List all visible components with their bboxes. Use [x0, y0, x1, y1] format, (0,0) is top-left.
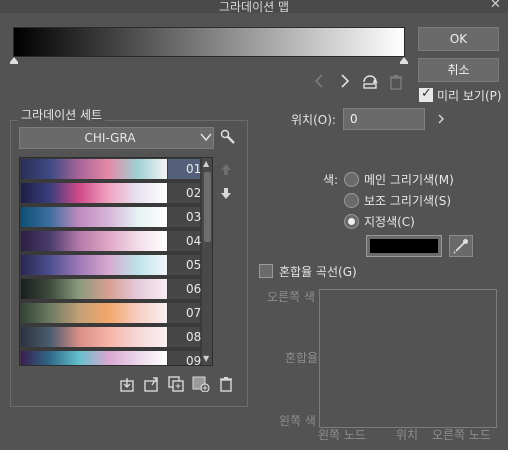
gradient-swatch: [21, 231, 167, 251]
gradient-list-item[interactable]: 06: [20, 278, 202, 300]
gradient-swatch: [21, 255, 167, 275]
trash-icon[interactable]: [389, 74, 403, 93]
color-radio-custom[interactable]: [344, 214, 359, 229]
gradient-number: 07: [168, 303, 201, 323]
gradient-swatch: [21, 327, 167, 347]
preview-label: 미리 보기(P): [437, 89, 502, 103]
color-label: 색:: [323, 173, 339, 187]
ok-button[interactable]: OK: [418, 27, 499, 51]
color-option-main: 메인 그리기색(M): [364, 173, 454, 187]
scroll-up-icon[interactable]: ▲: [203, 159, 209, 168]
gradient-list-item[interactable]: 09: [20, 350, 202, 365]
gradient-number: 02: [168, 183, 201, 203]
chevron-right-icon[interactable]: [436, 112, 446, 129]
curve-x-right-label: 오른쪽 노드: [432, 428, 492, 442]
gradient-number: 05: [168, 255, 201, 275]
scroll-down-icon[interactable]: ▼: [203, 354, 209, 363]
preview-checkbox[interactable]: [419, 86, 433, 102]
gradient-list-item[interactable]: 05: [20, 254, 202, 276]
gradient-number: 01: [168, 159, 201, 179]
chevron-down-icon: [200, 130, 212, 147]
gradient-stop-right-base: [400, 62, 408, 64]
gradient-list-item[interactable]: 02: [20, 182, 202, 204]
curve-y-mid-label: 혼합율: [285, 351, 319, 365]
import-icon[interactable]: [119, 376, 135, 395]
flip-icon[interactable]: [361, 74, 379, 93]
curve-checkbox[interactable]: [259, 264, 273, 278]
trash-icon[interactable]: [219, 376, 233, 395]
cancel-button[interactable]: 취소: [418, 58, 499, 82]
curve-y-bottom-label: 왼쪽 색: [279, 414, 316, 428]
gradient-swatch: [21, 351, 167, 365]
gradient-swatch: [21, 183, 167, 203]
gradient-swatch: [21, 279, 167, 299]
curve-x-left-label: 왼쪽 노드: [318, 428, 366, 442]
arrow-down-icon[interactable]: [220, 186, 232, 203]
arrow-up-icon[interactable]: [220, 162, 232, 179]
gradient-list-item[interactable]: 08: [20, 326, 202, 348]
gradient-set-select[interactable]: CHI-GRA: [19, 127, 214, 149]
gradient-stop-left-base: [10, 62, 18, 64]
curve-graph[interactable]: [319, 289, 497, 428]
gradient-list-item[interactable]: 03: [20, 206, 202, 228]
window-title: 그라데이션 맵: [218, 0, 290, 14]
eyedropper-button[interactable]: [449, 235, 473, 257]
gradient-set-label: 그라데이션 세트: [18, 106, 106, 123]
gradient-number: 03: [168, 207, 201, 227]
chevron-left-icon[interactable]: [313, 73, 325, 93]
duplicate-icon[interactable]: [168, 376, 184, 395]
custom-color-swatch[interactable]: [366, 235, 442, 257]
gradient-preview-bar[interactable]: [13, 27, 405, 57]
gradient-number: 08: [168, 327, 201, 347]
gradient-swatch: [21, 207, 167, 227]
gradient-list-item[interactable]: 01: [20, 158, 202, 180]
position-input[interactable]: 0: [343, 108, 425, 130]
color-radio-sub[interactable]: [344, 193, 359, 208]
color-option-sub: 보조 그리기색(S): [364, 194, 452, 208]
gradient-swatch: [21, 303, 167, 323]
list-scrollbar[interactable]: ▲ ▼: [202, 158, 212, 365]
scroll-thumb[interactable]: [204, 172, 211, 242]
eyedropper-icon: [453, 239, 468, 254]
close-icon[interactable]: ✕: [490, 0, 501, 12]
wrench-icon[interactable]: [220, 129, 236, 148]
custom-color-fill: [370, 239, 438, 253]
gradient-number: 06: [168, 279, 201, 299]
gradient-number: 04: [168, 231, 201, 251]
chevron-right-icon[interactable]: [339, 73, 351, 93]
gradient-list-item[interactable]: 04: [20, 230, 202, 252]
gradient-number: 09: [168, 351, 201, 365]
gradient-list[interactable]: 01 02 03 04 05 06 07 08 09 ▲ ▼: [19, 157, 213, 366]
color-radio-main[interactable]: [344, 172, 359, 187]
curve-x-mid-label: 위치: [396, 428, 419, 442]
curve-label: 혼합율 곡선(G): [279, 265, 357, 279]
new-set-icon[interactable]: [192, 376, 210, 395]
gradient-swatch: [21, 159, 167, 179]
export-icon[interactable]: [143, 376, 159, 395]
curve-y-top-label: 오른쪽 색: [267, 290, 315, 304]
gradient-list-item[interactable]: 07: [20, 302, 202, 324]
gradient-set-selected: CHI-GRA: [84, 131, 136, 145]
color-option-custom: 지정색(C): [364, 215, 415, 229]
position-label: 위치(O):: [291, 113, 336, 127]
